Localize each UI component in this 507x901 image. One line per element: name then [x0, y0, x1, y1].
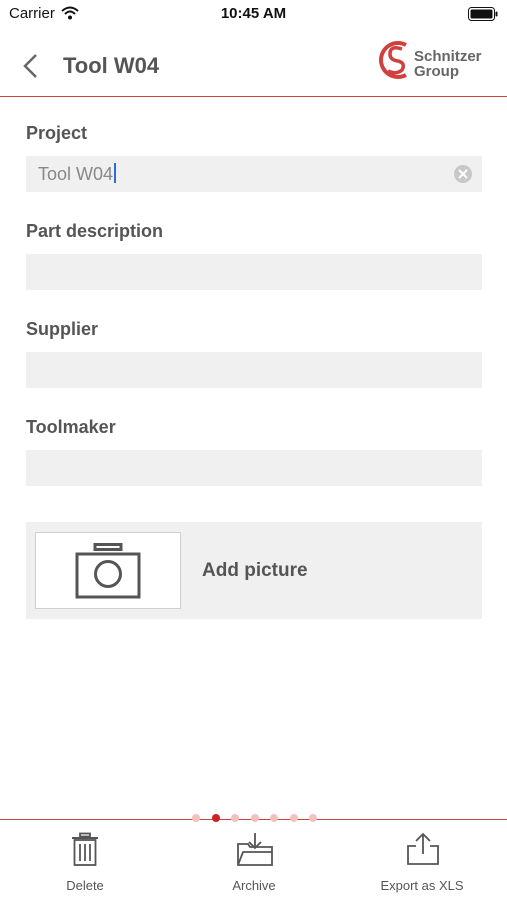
- toolmaker-input[interactable]: [26, 450, 482, 486]
- trash-icon: [72, 832, 98, 866]
- toolmaker-label: Toolmaker: [26, 417, 116, 437]
- page-dot[interactable]: [309, 814, 317, 822]
- delete-label: Delete: [66, 878, 104, 893]
- logo-text: Schnitzer Group: [414, 49, 482, 79]
- navigation-bar: Tool W04 Schnitzer Group: [0, 30, 507, 97]
- add-picture-button[interactable]: Add picture: [26, 522, 482, 619]
- part-description-input[interactable]: [26, 254, 482, 290]
- logo-line-2: Group: [414, 63, 459, 80]
- page-title: Tool W04: [63, 53, 160, 78]
- project-value-text: Tool W04: [38, 164, 114, 184]
- add-picture-label: Add picture: [202, 560, 308, 581]
- page-dot[interactable]: [211, 814, 220, 822]
- camera-icon: [75, 543, 141, 599]
- archive-label: Archive: [232, 878, 276, 893]
- text-caret: [114, 163, 117, 183]
- schnitzer-logo-icon: [379, 41, 407, 79]
- page-dot[interactable]: [192, 814, 200, 822]
- export-xls-button[interactable]: Export as XLS: [367, 820, 477, 900]
- back-chevron-icon: [23, 54, 37, 78]
- page-dot[interactable]: [289, 814, 298, 822]
- bottom-toolbar: Delete Archive Export as XLS: [0, 819, 507, 901]
- project-input-value: Tool W04: [38, 163, 117, 185]
- page-dot[interactable]: [250, 814, 259, 822]
- part-description-label: Part description: [26, 221, 164, 241]
- delete-button[interactable]: Delete: [40, 820, 130, 900]
- page-dot[interactable]: [270, 814, 278, 822]
- project-label: Project: [26, 123, 88, 143]
- page-dot[interactable]: [231, 814, 239, 822]
- supplier-input[interactable]: [26, 352, 482, 388]
- battery-icon: [468, 7, 498, 26]
- status-time: 10:45 AM: [220, 5, 287, 22]
- picture-thumbnail[interactable]: [35, 532, 181, 609]
- back-button[interactable]: [20, 52, 44, 80]
- logo-line-1: Schnitzer: [414, 48, 482, 65]
- clear-text-button[interactable]: [454, 165, 472, 183]
- supplier-label: Supplier: [26, 319, 99, 339]
- status-bar: Carrier 10:45 AM: [0, 0, 507, 28]
- share-icon: [407, 832, 439, 865]
- project-input[interactable]: Tool W04: [26, 156, 482, 192]
- archive-icon: [237, 833, 273, 866]
- clear-icon: [458, 169, 468, 179]
- export-label: Export as XLS: [380, 878, 464, 893]
- archive-button[interactable]: Archive: [209, 820, 299, 900]
- company-logo: Schnitzer Group: [376, 35, 486, 85]
